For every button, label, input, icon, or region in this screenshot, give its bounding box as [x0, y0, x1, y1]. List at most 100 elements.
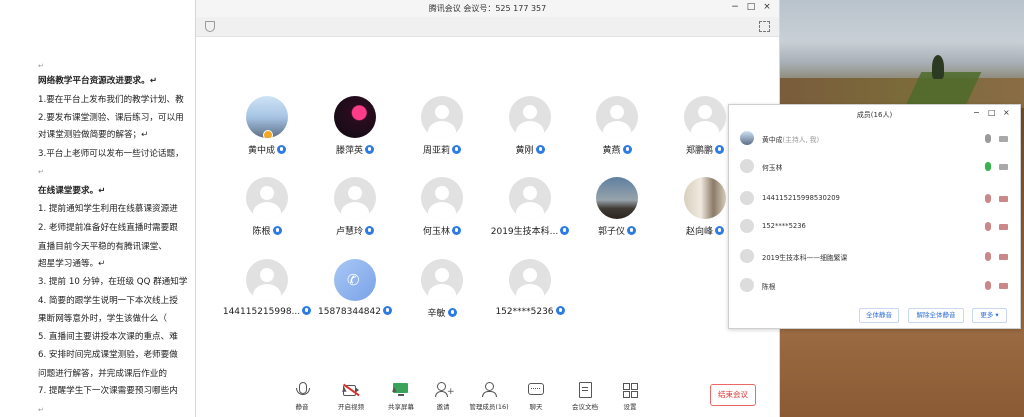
participant-tile[interactable]: ✆ 15878344842 — [310, 259, 400, 317]
participant-name: 辛敏 — [427, 309, 446, 319]
document-line: 2. 老师提前准备好在线直播时需要跟 — [38, 223, 178, 233]
chevron-up-icon[interactable]: ▲ — [342, 386, 347, 393]
toolbar-button-members[interactable]: 管理成员(16) — [467, 382, 511, 411]
participant-name: 144115215998... — [222, 307, 301, 317]
participant-name: 黄刚 — [515, 146, 534, 156]
members-icon — [481, 382, 497, 397]
avatar — [740, 131, 754, 145]
member-row[interactable]: 何玉林 — [729, 159, 1020, 175]
close-button[interactable]: × — [761, 2, 773, 12]
document-icon — [577, 382, 593, 398]
microphone-icon[interactable] — [985, 222, 991, 231]
member-name-row: 陈根 — [762, 281, 776, 291]
participant-tile[interactable]: 黄燕 — [572, 96, 662, 156]
microphone-icon[interactable] — [985, 134, 991, 143]
member-name-row: 何玉林 — [762, 162, 782, 172]
avatar — [421, 96, 463, 138]
avatar — [684, 177, 726, 219]
participant-tile[interactable]: 黄刚 — [485, 96, 575, 156]
camera-icon[interactable] — [999, 196, 1008, 202]
participant-tile[interactable]: 何玉林 — [397, 177, 487, 237]
document-line: 超星学习通等。↵ — [38, 259, 106, 269]
toolbar-button-chat[interactable]: 聊天 — [514, 382, 558, 411]
toolbar-button-share-screen[interactable]: 共享屏幕 — [379, 382, 423, 411]
document-line: 直播目前今天平稳的有腾讯课堂、 — [38, 242, 167, 252]
microphone-icon[interactable] — [985, 194, 991, 203]
participant-name-row: 152****5236 — [485, 306, 575, 317]
member-row[interactable]: 152****5236 — [729, 219, 1020, 235]
toolbar-button-invite[interactable]: + 邀请 — [421, 382, 465, 411]
member-row[interactable]: 144115215998530209 — [729, 191, 1020, 207]
camera-icon[interactable] — [999, 136, 1008, 142]
maximize-button[interactable]: □ — [745, 2, 757, 12]
toolbar-button-microphone[interactable]: 静音 — [280, 382, 324, 411]
meeting-toolbar: 静音 开启视频 共享屏幕 + 邀请 管理成员(16) 聊天 会议文档 设置 — [196, 372, 779, 417]
chevron-up-icon[interactable]: ▲ — [392, 386, 397, 393]
maximize-button[interactable]: □ — [988, 108, 996, 117]
participant-tile[interactable]: 卢慧玲 — [310, 177, 400, 237]
microphone-icon — [365, 145, 374, 154]
avatar — [740, 278, 754, 292]
shield-icon[interactable] — [205, 21, 215, 32]
camera-icon[interactable] — [999, 283, 1008, 289]
more-button[interactable]: 更多 ▾ — [972, 308, 1007, 323]
avatar: ✆ — [334, 259, 376, 301]
participant-name: 赵向峰 — [685, 227, 713, 237]
microphone-icon[interactable] — [985, 252, 991, 261]
meeting-title: 腾讯会议 会议号：525 177 357 — [428, 4, 547, 13]
minimize-button[interactable]: − — [973, 108, 980, 117]
microphone-icon — [555, 306, 565, 315]
toolbar-label: 邀请 — [436, 403, 450, 411]
camera-icon[interactable] — [999, 224, 1008, 230]
microphone-icon — [452, 145, 461, 154]
member-name-row: 黄中成(主持人, 我) — [762, 134, 819, 144]
member-name-row: 2019生技本科——细胞繁课 — [762, 252, 847, 262]
microphone-icon[interactable] — [985, 281, 991, 290]
microphone-icon — [715, 145, 724, 154]
participant-name: 陈根 — [252, 227, 271, 237]
participant-tile[interactable]: 辛敏 — [397, 259, 487, 319]
toolbar-button-document[interactable]: 会议文档 — [563, 382, 607, 411]
participant-tile[interactable]: 郭子仪 — [572, 177, 662, 237]
participant-tile[interactable]: 152****5236 — [485, 259, 575, 317]
toolbar-button-settings[interactable]: 设置 — [608, 382, 652, 411]
participant-name-row: 2019生技本科... — [485, 224, 575, 237]
meeting-window: 腾讯会议 会议号：525 177 357 − □ × 黄中成 滕萍英 周亚莉黄刚 黄燕… — [195, 0, 780, 417]
avatar — [596, 96, 638, 138]
meeting-title-bar[interactable]: 腾讯会议 会议号：525 177 357 − □ × — [196, 0, 779, 17]
participant-name: 15878344842 — [318, 307, 381, 317]
toolbar-label: 会议文档 — [572, 403, 598, 411]
unmute-all-button[interactable]: 解除全体静音 — [908, 308, 964, 323]
document-line: 在线课堂要求。↵ — [38, 186, 106, 196]
participant-tile[interactable]: 黄中成 — [222, 96, 312, 156]
member-row[interactable]: 2019生技本科——细胞繁课 — [729, 249, 1020, 265]
document-line: 4. 简要的跟学生说明一下本次线上授 — [38, 296, 178, 306]
microphone-icon — [622, 145, 632, 154]
participant-tile[interactable]: 周亚莉 — [397, 96, 487, 156]
fullscreen-icon[interactable] — [759, 21, 770, 32]
participant-name-row: 黄燕 — [572, 143, 662, 156]
mute-all-button[interactable]: 全体静音 — [859, 308, 899, 323]
participant-tile[interactable]: 陈根 — [222, 177, 312, 237]
camera-icon[interactable] — [999, 164, 1008, 170]
close-button[interactable]: × — [1003, 108, 1010, 117]
microphone-icon — [560, 226, 570, 235]
participant-name-row: 黄刚 — [485, 143, 575, 156]
member-row[interactable]: 陈根 — [729, 278, 1020, 294]
avatar — [740, 219, 754, 233]
participant-name-row: 黄中成 — [222, 143, 312, 156]
participant-tile[interactable]: 滕萍英 — [310, 96, 400, 156]
toolbar-button-video-off[interactable]: 开启视频 — [329, 382, 373, 411]
minimize-button[interactable]: − — [729, 2, 741, 12]
members-panel: 成员(16人) − □ × 黄中成(主持人, 我) 何玉林 144115215998… — [728, 104, 1021, 329]
participant-tile[interactable]: 144115215998... — [222, 259, 312, 317]
end-meeting-button[interactable]: 结束会议 — [710, 384, 756, 406]
avatar — [334, 177, 376, 219]
camera-icon[interactable] — [999, 254, 1008, 260]
microphone-icon[interactable] — [985, 162, 991, 171]
member-name: 144115215998530209 — [762, 194, 840, 202]
member-row[interactable]: 黄中成(主持人, 我) — [729, 131, 1020, 147]
document-line: 3.平台上老师可以发布一些讨论话题， — [38, 149, 184, 159]
document-line: ↵ — [38, 62, 44, 70]
participant-tile[interactable]: 2019生技本科... — [485, 177, 575, 237]
